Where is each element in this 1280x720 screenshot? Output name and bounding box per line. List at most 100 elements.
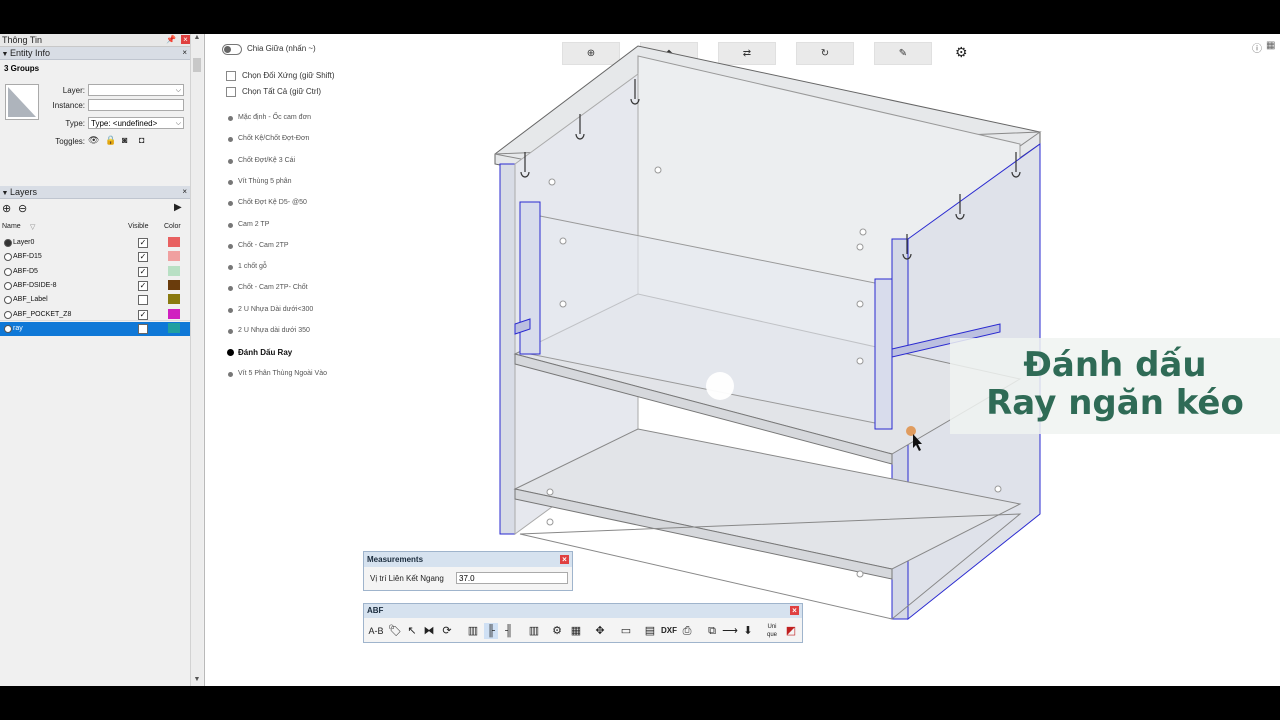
arrow-right-icon[interactable]: ⟶ (722, 623, 738, 639)
reset-icon[interactable]: ◩ (784, 623, 798, 639)
layer-name[interactable]: ABF-DSIDE-8 (13, 282, 57, 289)
layer-color-swatch[interactable] (168, 237, 180, 247)
active-layer-radio[interactable] (4, 239, 12, 247)
layer-visible-checkbox[interactable]: ✓ (138, 266, 148, 277)
abf-toolbar-title-bar[interactable]: ABF × (364, 604, 802, 618)
connection-type-item[interactable]: Đánh Dấu Ray (238, 348, 292, 357)
layer-visible-checkbox[interactable]: ✓ (138, 323, 148, 334)
delete-layer-icon[interactable]: ⊖ (18, 202, 27, 215)
dxf-export-button[interactable]: DXF (660, 623, 678, 639)
connection-type-item[interactable]: Vít Thùng 5 phân (238, 178, 292, 185)
active-layer-radio[interactable] (4, 267, 12, 276)
panels-icon[interactable]: ▥ (526, 623, 542, 639)
active-layer-radio[interactable] (4, 281, 12, 290)
layer-color-swatch[interactable] (168, 279, 180, 290)
table-icon[interactable]: ▦ (568, 623, 584, 639)
tray-scrollbar[interactable]: ▲ ▼ (190, 34, 203, 686)
cast-shadow-icon[interactable]: ◙ (122, 135, 127, 145)
layer-select[interactable]: ⌵ (88, 84, 184, 96)
column-name[interactable]: Name (2, 223, 21, 230)
entity-info-header[interactable]: ▼ Entity Info × (0, 47, 190, 60)
edge-banding-icon[interactable]: ▥ (466, 623, 480, 639)
instance-input[interactable] (88, 99, 184, 111)
layer-visible-checkbox[interactable]: ✓ (138, 252, 148, 263)
connection-type-item[interactable]: 2 U Nhựa Dài dưới<300 (238, 306, 313, 313)
scroll-thumb[interactable] (193, 58, 201, 72)
active-layer-radio[interactable] (4, 296, 12, 305)
layers-header[interactable]: ▼ Layers × (0, 186, 190, 199)
layer-details-icon[interactable]: ▶ (174, 202, 182, 213)
info-icon[interactable]: ⓘ (1252, 40, 1262, 55)
model-viewport[interactable] (380, 34, 1060, 634)
close-tray-button[interactable]: × (181, 35, 190, 44)
layer-visible-checkbox[interactable] (138, 295, 148, 306)
sort-icon[interactable]: ▽ (30, 223, 35, 231)
close-panel-icon[interactable]: × (182, 186, 187, 198)
layer-row[interactable]: ABF-D15 ✓ (0, 250, 190, 264)
center-split-toggle[interactable] (222, 44, 242, 55)
symmetric-select-checkbox[interactable] (226, 71, 236, 81)
rectangle-icon[interactable]: ▭ (618, 623, 634, 639)
active-layer-radio[interactable] (4, 324, 12, 333)
move-icon[interactable]: ✥ (592, 623, 608, 639)
connection-type-item[interactable]: Chốt - Cam 2TP (238, 242, 289, 249)
layer-name[interactable]: ABF-D5 (13, 268, 38, 275)
active-layer-radio[interactable] (4, 310, 12, 319)
ab-naming-button[interactable]: A-B (366, 623, 386, 639)
layer-row[interactable]: ray ✓ (0, 321, 190, 336)
layer-color-swatch[interactable] (168, 322, 180, 333)
layer-name[interactable]: Layer0 (13, 239, 34, 246)
layer-color-swatch[interactable] (168, 308, 180, 319)
grid-icon[interactable]: ▦ (1266, 40, 1275, 51)
close-measurements-button[interactable]: × (560, 555, 569, 564)
connection-type-item[interactable]: 2 U Nhựa dài dưới 350 (238, 327, 310, 334)
measurements-title-bar[interactable]: Measurements × (364, 552, 572, 567)
layer-row[interactable]: ABF_Label (0, 293, 190, 307)
layer-color-swatch[interactable] (168, 251, 180, 262)
scroll-down-icon[interactable]: ▼ (191, 676, 203, 686)
layer-name[interactable]: ray (13, 325, 23, 332)
layer-color-swatch[interactable] (168, 294, 180, 305)
connection-type-item[interactable]: Cam 2 TP (238, 221, 269, 228)
scroll-up-icon[interactable]: ▲ (191, 34, 203, 44)
layer-visible-checkbox[interactable]: ✓ (138, 309, 148, 320)
layer-row[interactable]: ABF-DSIDE-8 ✓ (0, 279, 190, 293)
column-visible[interactable]: Visible (128, 223, 149, 230)
type-select[interactable]: Type: <undefined> ⌵ (88, 117, 184, 129)
eye-icon[interactable]: 👁 (88, 135, 99, 146)
tag-icon[interactable]: 🏷 (388, 623, 402, 639)
connection-type-item[interactable]: Vít 5 Phân Thùng Ngoài Vào (238, 370, 327, 377)
connection-type-item[interactable]: 1 chốt gỗ (238, 263, 267, 270)
layer-name[interactable]: ABF_Label (13, 296, 48, 303)
close-panel-icon[interactable]: × (182, 47, 187, 59)
layer-name[interactable]: ABF-D15 (13, 253, 42, 260)
measurement-value-input[interactable]: 37.0 (456, 572, 568, 584)
stack-icon[interactable]: ⧉ (704, 623, 720, 639)
connection-tool-icon[interactable]: ╟ (484, 623, 498, 639)
settings-icon[interactable]: ⚙ (550, 623, 564, 639)
print-icon[interactable]: ⎙ (680, 623, 694, 639)
connection-type-item[interactable]: Chốt Đợt Kệ D5- @50 (238, 199, 307, 206)
active-layer-radio[interactable] (4, 253, 12, 262)
select-all-checkbox[interactable] (226, 87, 236, 97)
material-thumbnail[interactable] (5, 84, 39, 120)
layer-visible-checkbox[interactable]: ✓ (138, 238, 148, 248)
connection-edit-icon[interactable]: ╢ (502, 623, 516, 639)
select-arrow-icon[interactable]: ↖ (406, 623, 418, 639)
unique-button[interactable]: Uni que (764, 623, 780, 639)
column-color[interactable]: Color (164, 223, 181, 230)
lock-icon[interactable]: 🔒 (105, 135, 116, 146)
layout-icon[interactable]: ▤ (642, 623, 658, 639)
connection-type-item[interactable]: Mặc định - Ốc cam đơn (238, 114, 311, 121)
pin-icon[interactable]: 📌 (166, 34, 176, 46)
layer-row[interactable]: ABF-D5 ✓ (0, 265, 190, 279)
connection-type-item[interactable]: Chốt Kệ/Chốt Đợt-Đơn (238, 135, 309, 142)
arrow-down-icon[interactable]: ⬇ (742, 623, 754, 639)
close-abf-toolbar-button[interactable]: × (790, 606, 799, 615)
layer-row[interactable]: Layer0 ✓ (0, 236, 190, 250)
layer-color-swatch[interactable] (168, 265, 180, 276)
add-layer-icon[interactable]: ⊕ (2, 202, 11, 215)
connection-type-item[interactable]: Chốt Đợt/Kệ 3 Cái (238, 157, 295, 164)
receive-shadow-icon[interactable]: ◘ (139, 135, 144, 145)
connection-type-item[interactable]: Chốt - Cam 2TP- Chốt (238, 284, 308, 291)
